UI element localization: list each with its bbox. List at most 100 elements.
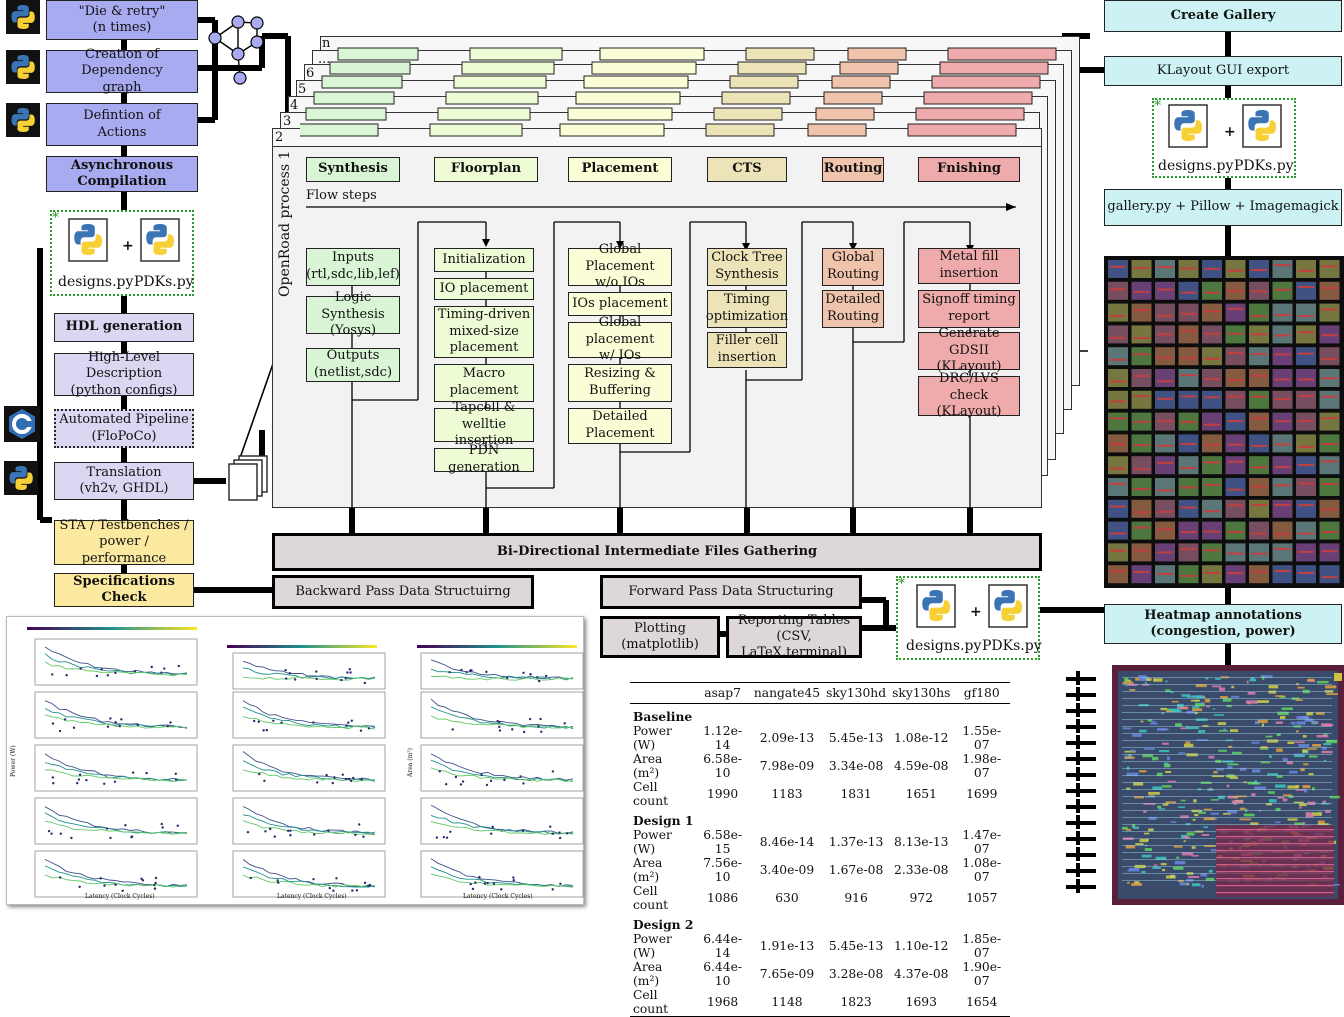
high-level-description-box: High-Level Description (python configs) xyxy=(54,350,194,398)
table-row: Power (W) 1.12e-14 2.09e-13 5.45e-13 1.08e-1… xyxy=(633,724,1002,752)
translation-label: Translation (vh2v, GHDL) xyxy=(79,464,169,496)
stack-number-6: 6 xyxy=(306,66,315,81)
high-level-description-label: High-Level Description (python configs) xyxy=(70,350,178,398)
create-gallery-box: Create Gallery xyxy=(1104,0,1342,32)
macro-placement-label: Macro placement xyxy=(449,366,519,398)
logic-synthesis-label: Logic Synthesis (Yosys) xyxy=(321,290,385,339)
cpp-logo-icon xyxy=(4,406,40,446)
automated-pipeline-box: Automated Pipeline (FloPoCo) xyxy=(54,409,194,448)
detailed-placement-label: Detailed Placement xyxy=(585,409,655,441)
table-header: sky130hd xyxy=(826,686,887,700)
metal-fill-box: Metal fill insertion xyxy=(918,248,1020,284)
definition-actions-box: Defintion of Actions xyxy=(46,103,198,146)
initialization-box: Initialization xyxy=(434,248,534,272)
io-placement-box: IO placement xyxy=(434,278,534,300)
designs-py-label: designs.py xyxy=(1158,158,1234,174)
translation-box: Translation (vh2v, GHDL) xyxy=(54,462,194,500)
reporting-label: Reporting Tables (CSV, LaTeX,terminal) xyxy=(737,612,851,661)
python-files-box-left: * + designs.py PDKs.py xyxy=(50,210,194,296)
outputs-label: Outputs (netlist,sdc) xyxy=(313,348,393,380)
timing-optimization-box: Timing optimization xyxy=(705,290,789,328)
heatmap-layout xyxy=(1066,665,1344,905)
plus-sign: + xyxy=(970,604,982,620)
global-placement-w-ios-label: Global placement w/ IOs xyxy=(585,315,655,364)
generate-gdsii-box: Generate GDSII (KLayout) xyxy=(918,326,1020,374)
detailed-placement-box: Detailed Placement xyxy=(568,408,672,444)
section-title: Design 1 xyxy=(633,813,694,828)
table-row: Power (W) 6.44e-14 1.91e-13 5.45e-13 1.10e-1… xyxy=(633,932,1002,960)
initialization-label: Initialization xyxy=(442,251,526,267)
section-title: Baseline xyxy=(633,709,693,724)
global-placement-wo-ios-label: Global Placement w/o IOs xyxy=(585,242,655,291)
pdn-generation-label: PDN generation xyxy=(448,443,520,475)
plotting-box: Plotting (matplotlib) xyxy=(600,616,720,658)
die-retry-label: "Die & retry" (n times) xyxy=(78,3,166,35)
stack-number-3: 3 xyxy=(283,114,292,129)
inputs-label: Inputs (rtl,sdc,lib,lef) xyxy=(306,250,400,282)
plotting-label: Plotting (matplotlib) xyxy=(621,620,699,652)
star-mark: * xyxy=(898,576,905,592)
heatmap-label: Heatmap annotations (congestion, power) xyxy=(1144,607,1302,639)
python-file-icon xyxy=(1242,104,1282,148)
gathering-label: Bi-Directional Intermediate Files Gather… xyxy=(496,543,818,559)
python-logo-icon xyxy=(6,50,40,88)
plus-sign: + xyxy=(122,238,134,254)
table-row: Area (m²) 6.58e-10 7.98e-09 3.34e-08 4.59e-0… xyxy=(633,752,1002,780)
table-row: Power (W) 6.58e-15 8.46e-14 1.37e-13 8.13e-1… xyxy=(633,828,1002,856)
stacked-step-headers xyxy=(300,47,1057,137)
backward-pass-label: Backward Pass Data Structuirng xyxy=(295,583,511,599)
stack-number-4: 4 xyxy=(290,98,299,113)
python-logo-icon xyxy=(6,103,40,141)
resizing-buffering-label: Resizing & Buffering xyxy=(584,366,656,398)
designs-py-label: designs.py xyxy=(906,638,982,654)
global-placement-wo-ios-box: Global Placement w/o IOs xyxy=(568,242,672,290)
table-row: Cell count 1968 1148 1823 1693 1654 xyxy=(630,988,1010,1017)
python-logo-icon xyxy=(4,460,38,500)
heatmap-image xyxy=(1066,665,1344,905)
table-header: asap7 xyxy=(704,686,741,700)
stacked-files-icon xyxy=(228,455,268,501)
stack-number-ellipsis: ... xyxy=(318,52,331,67)
async-compilation-label: Asynchronous Compilation xyxy=(70,157,174,189)
gallery-tools-box: gallery.py + Pillow + Imagemagick xyxy=(1104,189,1342,226)
forward-pass-box: Forward Pass Data Structuring xyxy=(600,575,862,609)
tapcell-box: Tapcell & welltie insertion xyxy=(434,400,534,448)
python-file-icon xyxy=(140,218,180,262)
table-row: Area (m²) 6.44e-10 7.65e-09 3.28e-08 4.37e-0… xyxy=(633,960,1002,988)
timing-optimization-label: Timing optimization xyxy=(705,292,789,324)
star-mark: * xyxy=(1154,98,1161,114)
table-header: gf180 xyxy=(963,686,1000,700)
clock-tree-synthesis-box: Clock Tree Synthesis xyxy=(707,248,787,286)
pdn-generation-box: PDN generation xyxy=(434,443,534,475)
ios-placement-box: IOs placement xyxy=(568,292,672,316)
backward-pass-box: Backward Pass Data Structuirng xyxy=(272,575,534,609)
filler-cell-label: Filler cell insertion xyxy=(715,333,779,365)
python-file-icon xyxy=(1168,104,1208,148)
python-file-icon xyxy=(68,218,108,262)
signoff-timing-label: Signoff timing report xyxy=(922,292,1016,324)
ios-placement-label: IOs placement xyxy=(572,295,668,311)
section-title: Design 2 xyxy=(633,917,694,932)
filler-cell-box: Filler cell insertion xyxy=(707,332,787,368)
python-files-box-middle: * + designs.py PDKs.py xyxy=(896,576,1042,660)
die-retry-box: "Die & retry" (n times) xyxy=(46,0,198,40)
table-row: Area (m²) 7.56e-10 3.40e-09 1.67e-08 2.33e-0… xyxy=(633,856,1002,884)
plot-xlabel: Latency (Clock Cycles) xyxy=(85,893,155,900)
detailed-routing-box: Detailed Routing xyxy=(822,290,884,328)
spec-check-box: Specifications Check xyxy=(54,573,194,607)
python-logo-icon xyxy=(6,0,40,38)
global-routing-label: Global Routing xyxy=(826,250,880,282)
stack-number-5: 5 xyxy=(298,82,307,97)
clock-tree-synthesis-label: Clock Tree Synthesis xyxy=(711,250,783,282)
heatmap-box: Heatmap annotations (congestion, power) xyxy=(1104,604,1342,644)
pdks-py-label: PDKs.py xyxy=(1234,158,1294,174)
pdks-py-label: PDKs.py xyxy=(982,638,1042,654)
pdks-py-label: PDKs.py xyxy=(134,274,194,290)
table-row: Cell count 1990 1183 1831 1651 1699 xyxy=(633,780,998,808)
automated-pipeline-label: Automated Pipeline (FloPoCo) xyxy=(59,412,189,444)
hdl-generation-label: HDL generation xyxy=(65,319,183,335)
python-file-icon xyxy=(988,584,1028,628)
sta-label: STA / Testbenches / power / performance xyxy=(59,518,189,566)
plot-xlabel: Latency (Clock Cycles) xyxy=(463,893,533,900)
plot-grid-thumbnail xyxy=(27,627,584,898)
